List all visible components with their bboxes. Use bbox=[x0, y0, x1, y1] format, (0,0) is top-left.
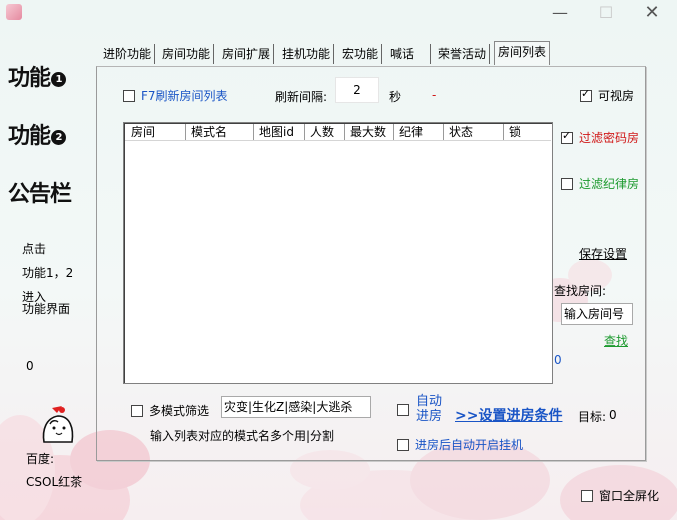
refresh-interval-label: 刷新间隔: bbox=[275, 90, 328, 104]
close-icon: ✕ bbox=[644, 2, 660, 23]
find-result-count: 0 bbox=[554, 353, 562, 367]
refresh-status: - bbox=[432, 88, 437, 102]
auto-afk-checkbox[interactable] bbox=[397, 438, 409, 451]
tab-shout[interactable]: 喊话 bbox=[387, 44, 432, 64]
column-header-players[interactable]: 人数 bbox=[304, 124, 345, 140]
fullscreen-checkbox[interactable] bbox=[581, 489, 593, 502]
sidebar-hint-line: 功能界面 bbox=[22, 302, 71, 316]
auto-join-label-line: 进房 bbox=[416, 409, 443, 424]
minimize-icon: — bbox=[552, 3, 568, 22]
auto-join-checkbox-wrap[interactable] bbox=[397, 402, 409, 416]
join-conditions-link[interactable]: >>设置进房条件 bbox=[455, 405, 562, 425]
nav-function-1-badge: 1 bbox=[51, 71, 67, 87]
sidebar-hint-line: 功能1，2 bbox=[22, 266, 74, 280]
refresh-interval-input[interactable]: 2 bbox=[335, 77, 379, 103]
footer-value: CSOL红茶 bbox=[26, 475, 83, 489]
multi-mode-hint: 输入列表对应的模式名多个用|分割 bbox=[150, 429, 335, 443]
maximize-button[interactable]: ☐ bbox=[583, 0, 629, 26]
tab-advanced-functions[interactable]: 进阶功能 bbox=[100, 44, 156, 64]
close-button[interactable]: ✕ bbox=[629, 0, 675, 26]
sidebar-counter: 0 bbox=[26, 359, 34, 373]
visible-rooms-checkbox[interactable] bbox=[580, 87, 592, 102]
minimize-button[interactable]: — bbox=[537, 0, 583, 26]
save-settings-link[interactable]: 保存设置 bbox=[579, 245, 627, 262]
footer-label: 百度: bbox=[26, 452, 55, 466]
multi-mode-input[interactable]: 灾变|生化Z|感染|大逃杀 bbox=[221, 396, 371, 418]
nav-function-1[interactable]: 功能 1 bbox=[8, 60, 67, 92]
tab-macro-functions[interactable]: 宏功能 bbox=[339, 44, 383, 64]
maximize-icon: ☐ bbox=[598, 3, 614, 22]
multi-mode-filter-label: 多模式筛选 bbox=[149, 404, 210, 418]
target-value: 0 bbox=[609, 408, 617, 422]
auto-afk-option[interactable]: 进房后自动开启挂机 bbox=[397, 436, 523, 453]
tab-room-extension[interactable]: 房间扩展 bbox=[219, 44, 275, 64]
f7-refresh-label: F7刷新房间列表 bbox=[141, 89, 228, 103]
nav-function-2-label: 功能 bbox=[8, 124, 51, 149]
refresh-interval-unit: 秒 bbox=[389, 90, 402, 104]
tab-honor-events[interactable]: 荣誉活动 bbox=[435, 44, 491, 64]
filter-discipline-rooms-label: 过滤纪律房 bbox=[579, 177, 640, 191]
filter-password-rooms-option[interactable]: 过滤密码房 bbox=[561, 129, 639, 146]
room-list-header: 房间 模式名 地图id 人数 最大数 纪律 状态 锁 bbox=[125, 124, 551, 141]
multi-mode-filter-option[interactable]: 多模式筛选 bbox=[131, 402, 209, 419]
tab-room-functions[interactable]: 房间功能 bbox=[159, 44, 215, 64]
visible-rooms-option[interactable]: 可视房 bbox=[580, 87, 634, 104]
filter-password-rooms-checkbox[interactable] bbox=[561, 129, 573, 144]
multi-mode-filter-checkbox[interactable] bbox=[131, 404, 143, 417]
fullscreen-label: 窗口全屏化 bbox=[599, 489, 660, 503]
visible-rooms-label: 可视房 bbox=[598, 89, 635, 103]
tab-afk-functions[interactable]: 挂机功能 bbox=[279, 44, 335, 64]
find-room-label: 查找房间: bbox=[554, 284, 607, 298]
auto-join-label: 自动 进房 bbox=[416, 394, 442, 424]
column-header-map-id[interactable]: 地图id bbox=[253, 124, 305, 140]
column-header-mode[interactable]: 模式名 bbox=[185, 124, 254, 140]
column-header-room[interactable]: 房间 bbox=[125, 124, 186, 140]
app-icon bbox=[6, 4, 22, 20]
nav-bulletin-board[interactable]: 公告栏 bbox=[8, 176, 72, 208]
auto-join-checkbox[interactable] bbox=[397, 403, 409, 416]
auto-afk-label: 进房后自动开启挂机 bbox=[415, 438, 524, 452]
filter-discipline-rooms-checkbox[interactable] bbox=[561, 177, 573, 190]
nav-bulletin-board-label: 公告栏 bbox=[8, 182, 72, 207]
mascot-icon bbox=[42, 406, 74, 443]
nav-function-2[interactable]: 功能 2 bbox=[8, 118, 67, 150]
find-room-button[interactable]: 查找 bbox=[604, 332, 628, 349]
tab-room-list[interactable]: 房间列表 bbox=[494, 41, 551, 65]
target-label: 目标: bbox=[578, 410, 607, 424]
column-header-max-players[interactable]: 最大数 bbox=[344, 124, 394, 140]
filter-password-rooms-label: 过滤密码房 bbox=[579, 131, 640, 145]
column-header-lock[interactable]: 锁 bbox=[503, 124, 557, 140]
room-list-view[interactable]: 房间 模式名 地图id 人数 最大数 纪律 状态 锁 bbox=[123, 122, 553, 384]
auto-join-label-line: 自动 bbox=[416, 394, 443, 409]
fullscreen-option[interactable]: 窗口全屏化 bbox=[581, 487, 659, 504]
column-header-status[interactable]: 状态 bbox=[443, 124, 504, 140]
column-header-discipline[interactable]: 纪律 bbox=[393, 124, 444, 140]
sidebar-hint-line: 点击 bbox=[22, 242, 47, 256]
f7-refresh-checkbox[interactable] bbox=[123, 89, 135, 102]
room-number-input[interactable]: 输入房间号 bbox=[561, 303, 633, 325]
nav-function-1-label: 功能 bbox=[8, 66, 51, 91]
filter-discipline-rooms-option[interactable]: 过滤纪律房 bbox=[561, 175, 639, 192]
nav-function-2-badge: 2 bbox=[51, 129, 67, 145]
f7-refresh-option[interactable]: F7刷新房间列表 bbox=[123, 87, 228, 104]
